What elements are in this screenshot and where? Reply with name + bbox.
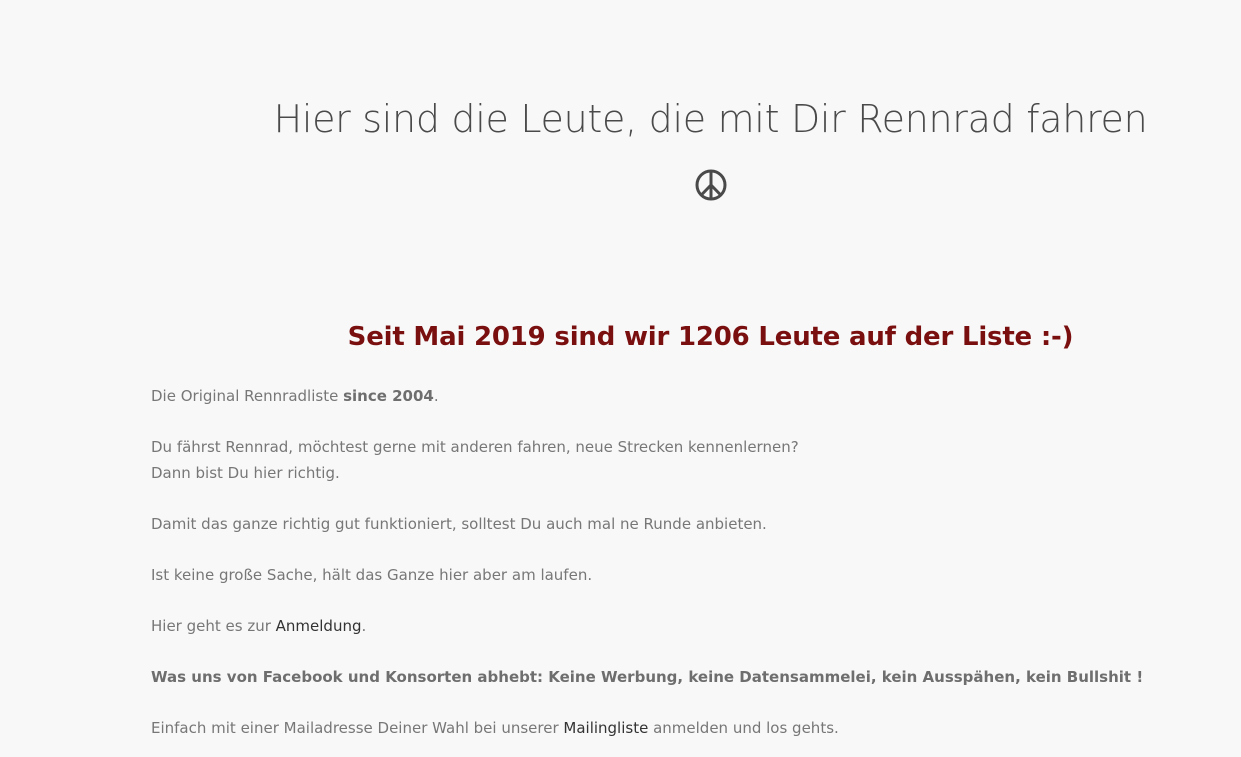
keep-running-text: Ist keine große Sache, hält das Ganze hi…	[151, 566, 593, 584]
mailinglist-paragraph: Einfach mit einer Mailadresse Deiner Wah…	[151, 715, 1151, 741]
ride-answer-text: Dann bist Du hier richtig.	[151, 464, 340, 482]
intro-period: .	[433, 387, 439, 405]
no-ads-text: Was uns von Facebook und Konsorten abheb…	[151, 668, 1144, 686]
page-title: Hier sind die Leute, die mit Dir Rennrad…	[273, 97, 1148, 142]
member-count-subtitle: Seit Mai 2019 sind wir 1206 Leute auf de…	[347, 321, 1074, 352]
registration-text: Hier geht es zur	[151, 617, 276, 635]
no-ads-paragraph: Was uns von Facebook und Konsorten abheb…	[151, 664, 1151, 690]
intro-content: Die Original Rennradliste since 2004. Du…	[151, 383, 1151, 757]
peace-icon	[694, 168, 728, 202]
intro-text: Die Original Rennradliste	[151, 387, 344, 405]
registration-link[interactable]: Anmeldung	[276, 617, 362, 635]
offer-ride-text: Damit das ganze richtig gut funktioniert…	[151, 515, 767, 533]
intro-paragraph: Die Original Rennradliste since 2004.	[151, 383, 1151, 409]
registration-paragraph: Hier geht es zur Anmeldung.	[151, 613, 1151, 639]
ride-question-text: Du fährst Rennrad, möchtest gerne mit an…	[151, 438, 799, 456]
mailinglist-link[interactable]: Mailingliste	[563, 719, 648, 737]
since-2004-text: since 2004	[343, 387, 434, 405]
registration-period: .	[361, 617, 367, 635]
mailinglist-end-text: anmelden und los gehts.	[648, 719, 839, 737]
mailinglist-text: Einfach mit einer Mailadresse Deiner Wah…	[151, 719, 564, 737]
ride-paragraph: Du fährst Rennrad, möchtest gerne mit an…	[151, 434, 1151, 486]
